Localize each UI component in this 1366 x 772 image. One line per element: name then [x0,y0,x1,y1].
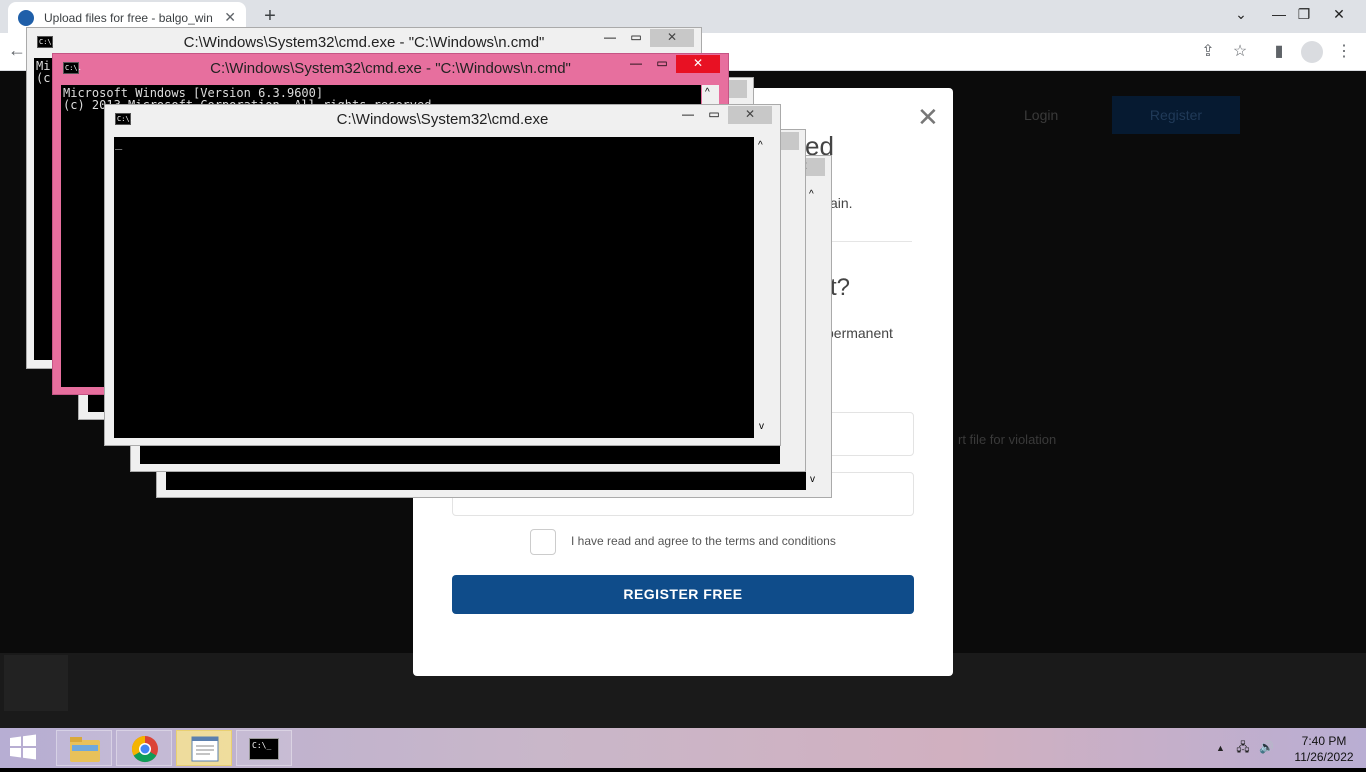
profile-avatar-icon[interactable] [1301,41,1323,63]
console-minimize-button[interactable]: — [675,107,701,121]
console-window-3[interactable]: C:\. C:\Windows\System32\cmd.exe — ▭ ✕ _… [104,104,781,446]
modal-text-line: ain. [830,195,853,211]
system-tray: ▲ 🖧 🔊 [1216,738,1274,759]
terms-label: I have read and agree to the terms and c… [571,534,836,548]
network-icon[interactable]: 🖧 [1236,740,1249,754]
cmd-icon: C:\_ [249,738,279,760]
scroll-up-icon[interactable]: ^ [705,87,710,98]
volume-icon[interactable]: 🔊 [1259,740,1274,754]
console-screen: _ [114,137,754,438]
scroll-up-icon[interactable]: ^ [758,140,763,151]
site-favicon-icon [18,9,34,26]
tab-title: Upload files for free - balgo_win [44,10,213,25]
terms-checkbox[interactable] [530,529,556,555]
bookmark-star-icon[interactable]: ☆ [1229,41,1251,63]
console-close-button[interactable]: ✕ [650,29,694,47]
taskbar-file-explorer[interactable] [56,730,112,766]
taskbar-notepad[interactable] [176,730,232,766]
register-link[interactable]: Register [1112,96,1240,134]
report-violation-text: rt file for violation [958,432,1057,447]
console-cursor: _ [115,136,123,150]
taskbar-clock[interactable]: 7:40 PM 11/26/2022 [1290,733,1358,765]
console-close-button[interactable]: ✕ [676,55,720,73]
new-tab-button[interactable]: + [258,6,282,28]
tray-expand-icon[interactable]: ▲ [1216,743,1225,753]
start-button[interactable] [8,734,40,762]
console-close-button[interactable]: ✕ [728,106,772,124]
console-title-bar[interactable]: C:\. C:\Windows\System32\cmd.exe - "C:\W… [53,54,728,84]
console-title-bar[interactable]: C:\. C:\Windows\System32\cmd.exe — ▭ ✕ [105,105,780,135]
taskbar-cmd[interactable]: C:\_ [236,730,292,766]
register-free-button[interactable]: REGISTER FREE [452,575,914,614]
notepad-icon [191,736,219,762]
modal-question: t? [830,274,851,301]
console-minimize-button[interactable]: — [597,30,623,44]
windows-logo-icon [10,734,36,760]
scroll-down-icon[interactable]: v [759,421,764,432]
chrome-icon [131,735,158,763]
console-minimize-button[interactable]: — [623,56,649,70]
console-output-line: (c [36,71,51,85]
modal-close-icon[interactable]: ✕ [917,102,939,133]
login-link[interactable]: Login [1024,107,1058,123]
tab-close-icon[interactable]: ✕ [224,9,236,26]
console-maximize-button[interactable]: ▭ [701,107,727,121]
scroll-down-icon[interactable]: v [810,474,815,485]
console-maximize-button[interactable]: ▭ [649,56,675,70]
scroll-up-icon[interactable]: ^ [809,189,814,200]
console-scrollbar[interactable] [807,189,823,490]
console-maximize-button[interactable]: ▭ [623,30,649,44]
taskbar-chrome[interactable] [116,730,172,766]
browser-menu-icon[interactable]: ⋮ [1333,41,1355,63]
modal-text-line-2: permanent [826,325,893,341]
console-scrollbar[interactable] [755,137,771,438]
recaptcha-badge [4,655,68,711]
folder-icon [70,737,100,762]
clock-date: 11/26/2022 [1294,750,1354,764]
clock-time: 7:40 PM [1301,734,1347,748]
window-close-button[interactable]: ✕ [1316,0,1362,30]
share-icon[interactable]: ⇪ [1197,41,1219,63]
side-panel-icon[interactable]: ▮ [1268,41,1290,63]
